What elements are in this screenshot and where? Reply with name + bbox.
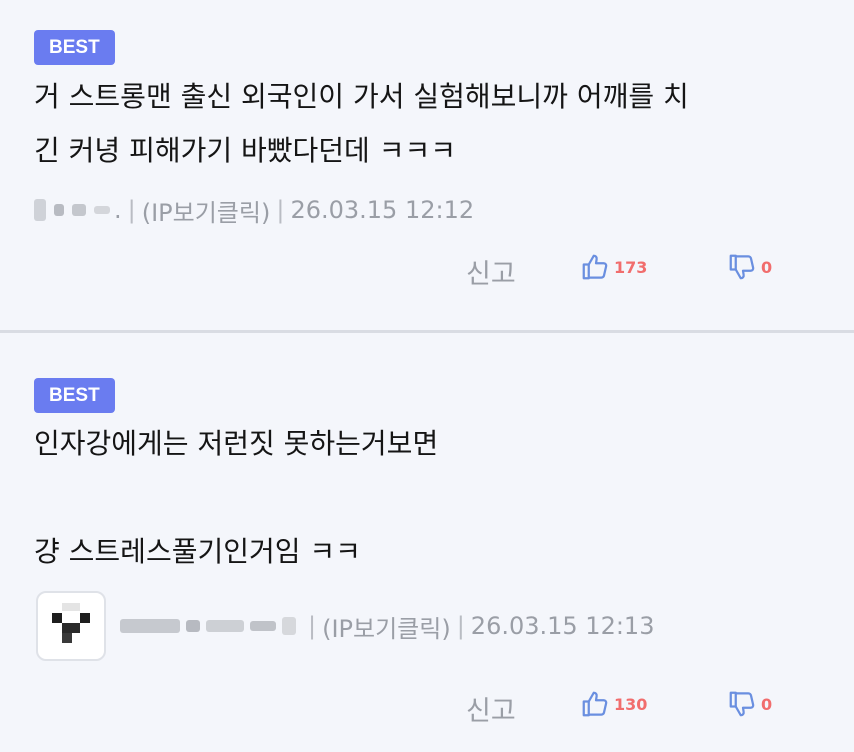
comment-meta: | (IP보기클릭) | 26.03.15 12:13 [120,609,654,643]
author-name-blurred[interactable]: . [34,196,122,224]
ip-view-link[interactable]: (IP보기클릭) [142,193,271,228]
separator: | [276,196,285,224]
thumbs-down-icon [729,691,755,717]
comment-item: BEST 인자강에게는 저런짓 못하는거보면 걍 스트레스풀기인거임 ㅋㅋ | … [0,333,854,752]
separator: | [127,196,136,224]
separator: | [308,612,317,640]
ip-view-link[interactable]: (IP보기클릭) [322,609,451,644]
thumbs-down-icon [729,254,755,280]
like-button[interactable]: 130 [580,689,647,719]
thumbs-up-icon [582,254,608,280]
report-button[interactable]: 신고 [466,252,516,291]
thumbs-up-icon [582,691,608,717]
dislike-button[interactable]: 0 [727,689,772,719]
comment-timestamp: 26.03.15 12:12 [290,196,475,224]
like-count: 173 [614,257,648,277]
comment-timestamp: 26.03.15 12:13 [470,612,655,640]
comment-text: 거 스트롱맨 출신 외국인이 가서 실험해보니까 어깨를 치 긴 커녕 피해가기… [34,80,689,167]
comment-meta: . | (IP보기클릭) | 26.03.15 12:12 [34,193,474,227]
author-name: . [114,196,122,224]
avatar[interactable] [36,591,106,661]
dislike-count: 0 [761,257,773,277]
comment-text: 인자강에게는 저런짓 못하는거보면 걍 스트레스풀기인거임 ㅋㅋ [34,427,439,568]
like-count: 130 [614,694,648,714]
comment-item: BEST 거 스트롱맨 출신 외국인이 가서 실험해보니까 어깨를 치 긴 커녕… [0,0,854,332]
best-badge: BEST [34,30,115,65]
dislike-button[interactable]: 0 [727,252,772,282]
author-name-blurred[interactable] [120,617,302,635]
dislike-count: 0 [761,694,773,714]
report-button[interactable]: 신고 [466,689,516,728]
like-button[interactable]: 173 [580,252,647,282]
best-badge: BEST [34,378,115,413]
separator: | [456,612,465,640]
